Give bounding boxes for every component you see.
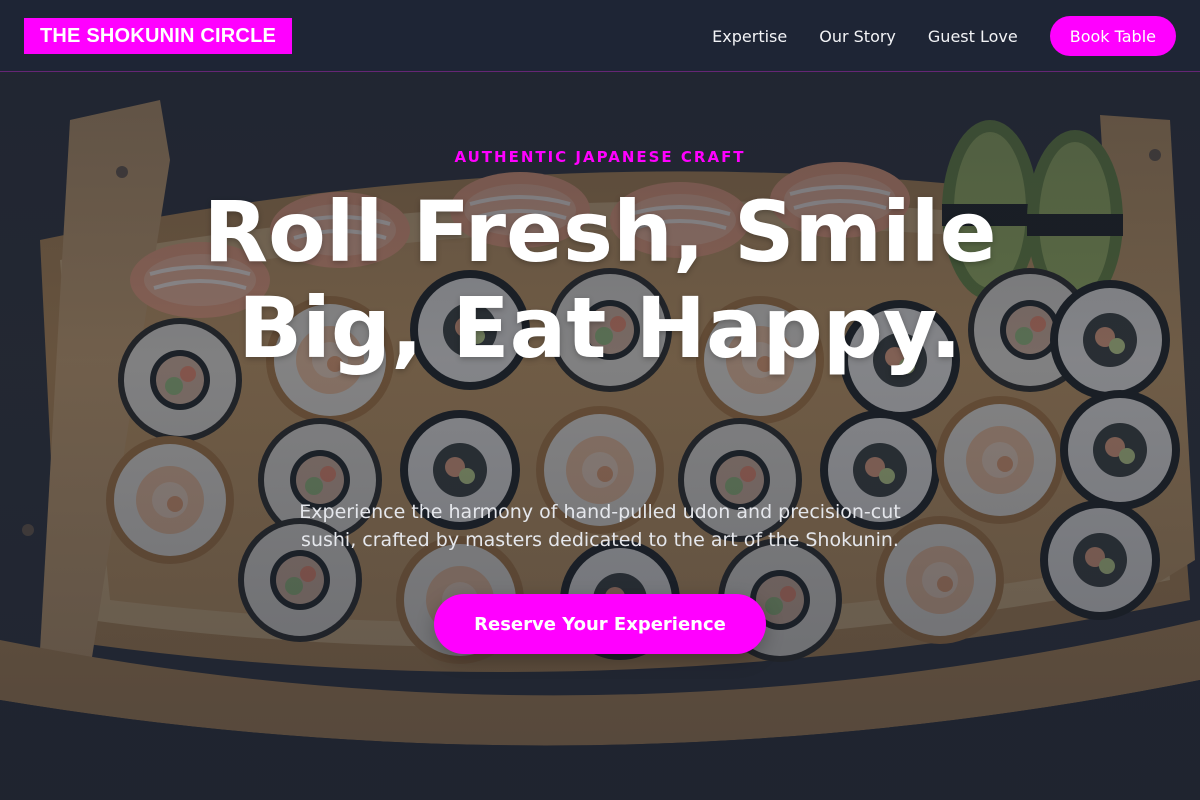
- hero-headline: Roll Fresh, Smile Big, Eat Happy.: [203, 183, 997, 377]
- book-table-button[interactable]: Book Table: [1049, 16, 1176, 56]
- nav-link-our-story[interactable]: Our Story: [819, 27, 896, 46]
- nav-link-guest-love[interactable]: Guest Love: [928, 27, 1018, 46]
- hero-subtext: Experience the harmony of hand-pulled ud…: [299, 501, 901, 551]
- nav-links: Expertise Our Story Guest Love Book Tabl…: [712, 16, 1176, 56]
- hero-overlay: [0, 0, 1200, 800]
- reserve-experience-button[interactable]: Reserve Your Experience: [434, 594, 766, 654]
- brand-logo[interactable]: THE SHOKUNIN CIRCLE: [24, 18, 293, 54]
- hero-section: AUTHENTIC JAPANESE CRAFT Roll Fresh, Smi…: [0, 0, 1200, 800]
- hero-eyebrow: AUTHENTIC JAPANESE CRAFT: [454, 148, 746, 166]
- nav-link-expertise[interactable]: Expertise: [712, 27, 787, 46]
- navbar: THE SHOKUNIN CIRCLE Expertise Our Story …: [0, 0, 1200, 72]
